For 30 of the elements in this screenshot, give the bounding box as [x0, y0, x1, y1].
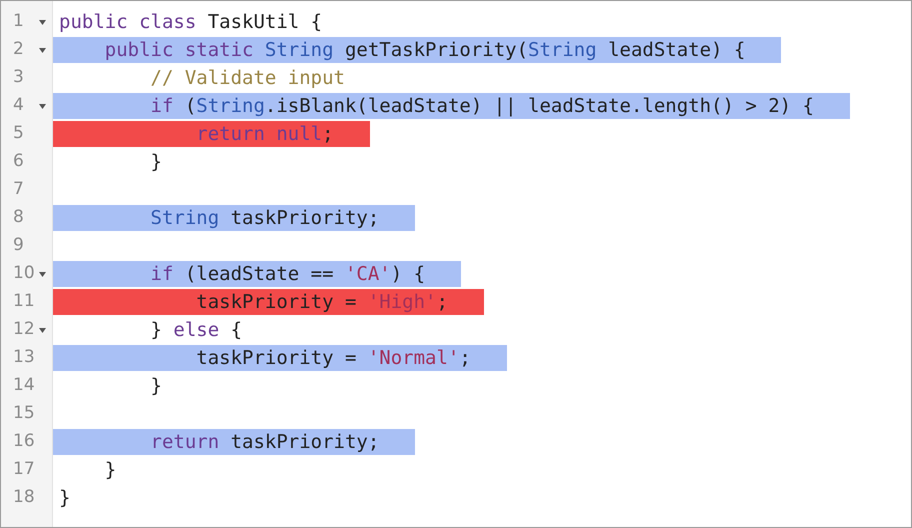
code-line: public class TaskUtil { [58, 10, 322, 35]
line-number: 14 [12, 374, 33, 398]
fold-arrow-icon[interactable] [39, 48, 46, 52]
line-number: 13 [12, 346, 33, 370]
line-number: 10 [12, 262, 33, 286]
line-number: 18 [12, 486, 33, 510]
line-number: 9 [12, 234, 25, 258]
line-number: 2 [12, 38, 25, 62]
line-number: 8 [12, 206, 25, 230]
line-number: 16 [12, 430, 33, 454]
line-number: 7 [12, 178, 25, 202]
code-line: } else { [150, 318, 242, 343]
line-number: 11 [12, 290, 33, 314]
code-line: } [58, 486, 70, 511]
code-line: } [104, 458, 116, 483]
fold-arrow-icon[interactable] [39, 272, 46, 276]
code-line: } [150, 374, 162, 399]
line-number: 15 [12, 402, 33, 426]
line-number: 5 [12, 122, 25, 146]
fold-arrow-icon[interactable] [39, 328, 46, 332]
code-line: // Validate input [150, 66, 345, 91]
line-number: 4 [12, 94, 25, 118]
line-number: 6 [12, 150, 25, 174]
code-line: } [150, 150, 162, 175]
line-number: 3 [12, 66, 25, 90]
line-number: 1 [12, 10, 25, 34]
line-number: 17 [12, 458, 33, 482]
fold-arrow-icon[interactable] [39, 20, 46, 24]
fold-arrow-icon[interactable] [39, 104, 46, 108]
line-number: 12 [12, 318, 33, 342]
